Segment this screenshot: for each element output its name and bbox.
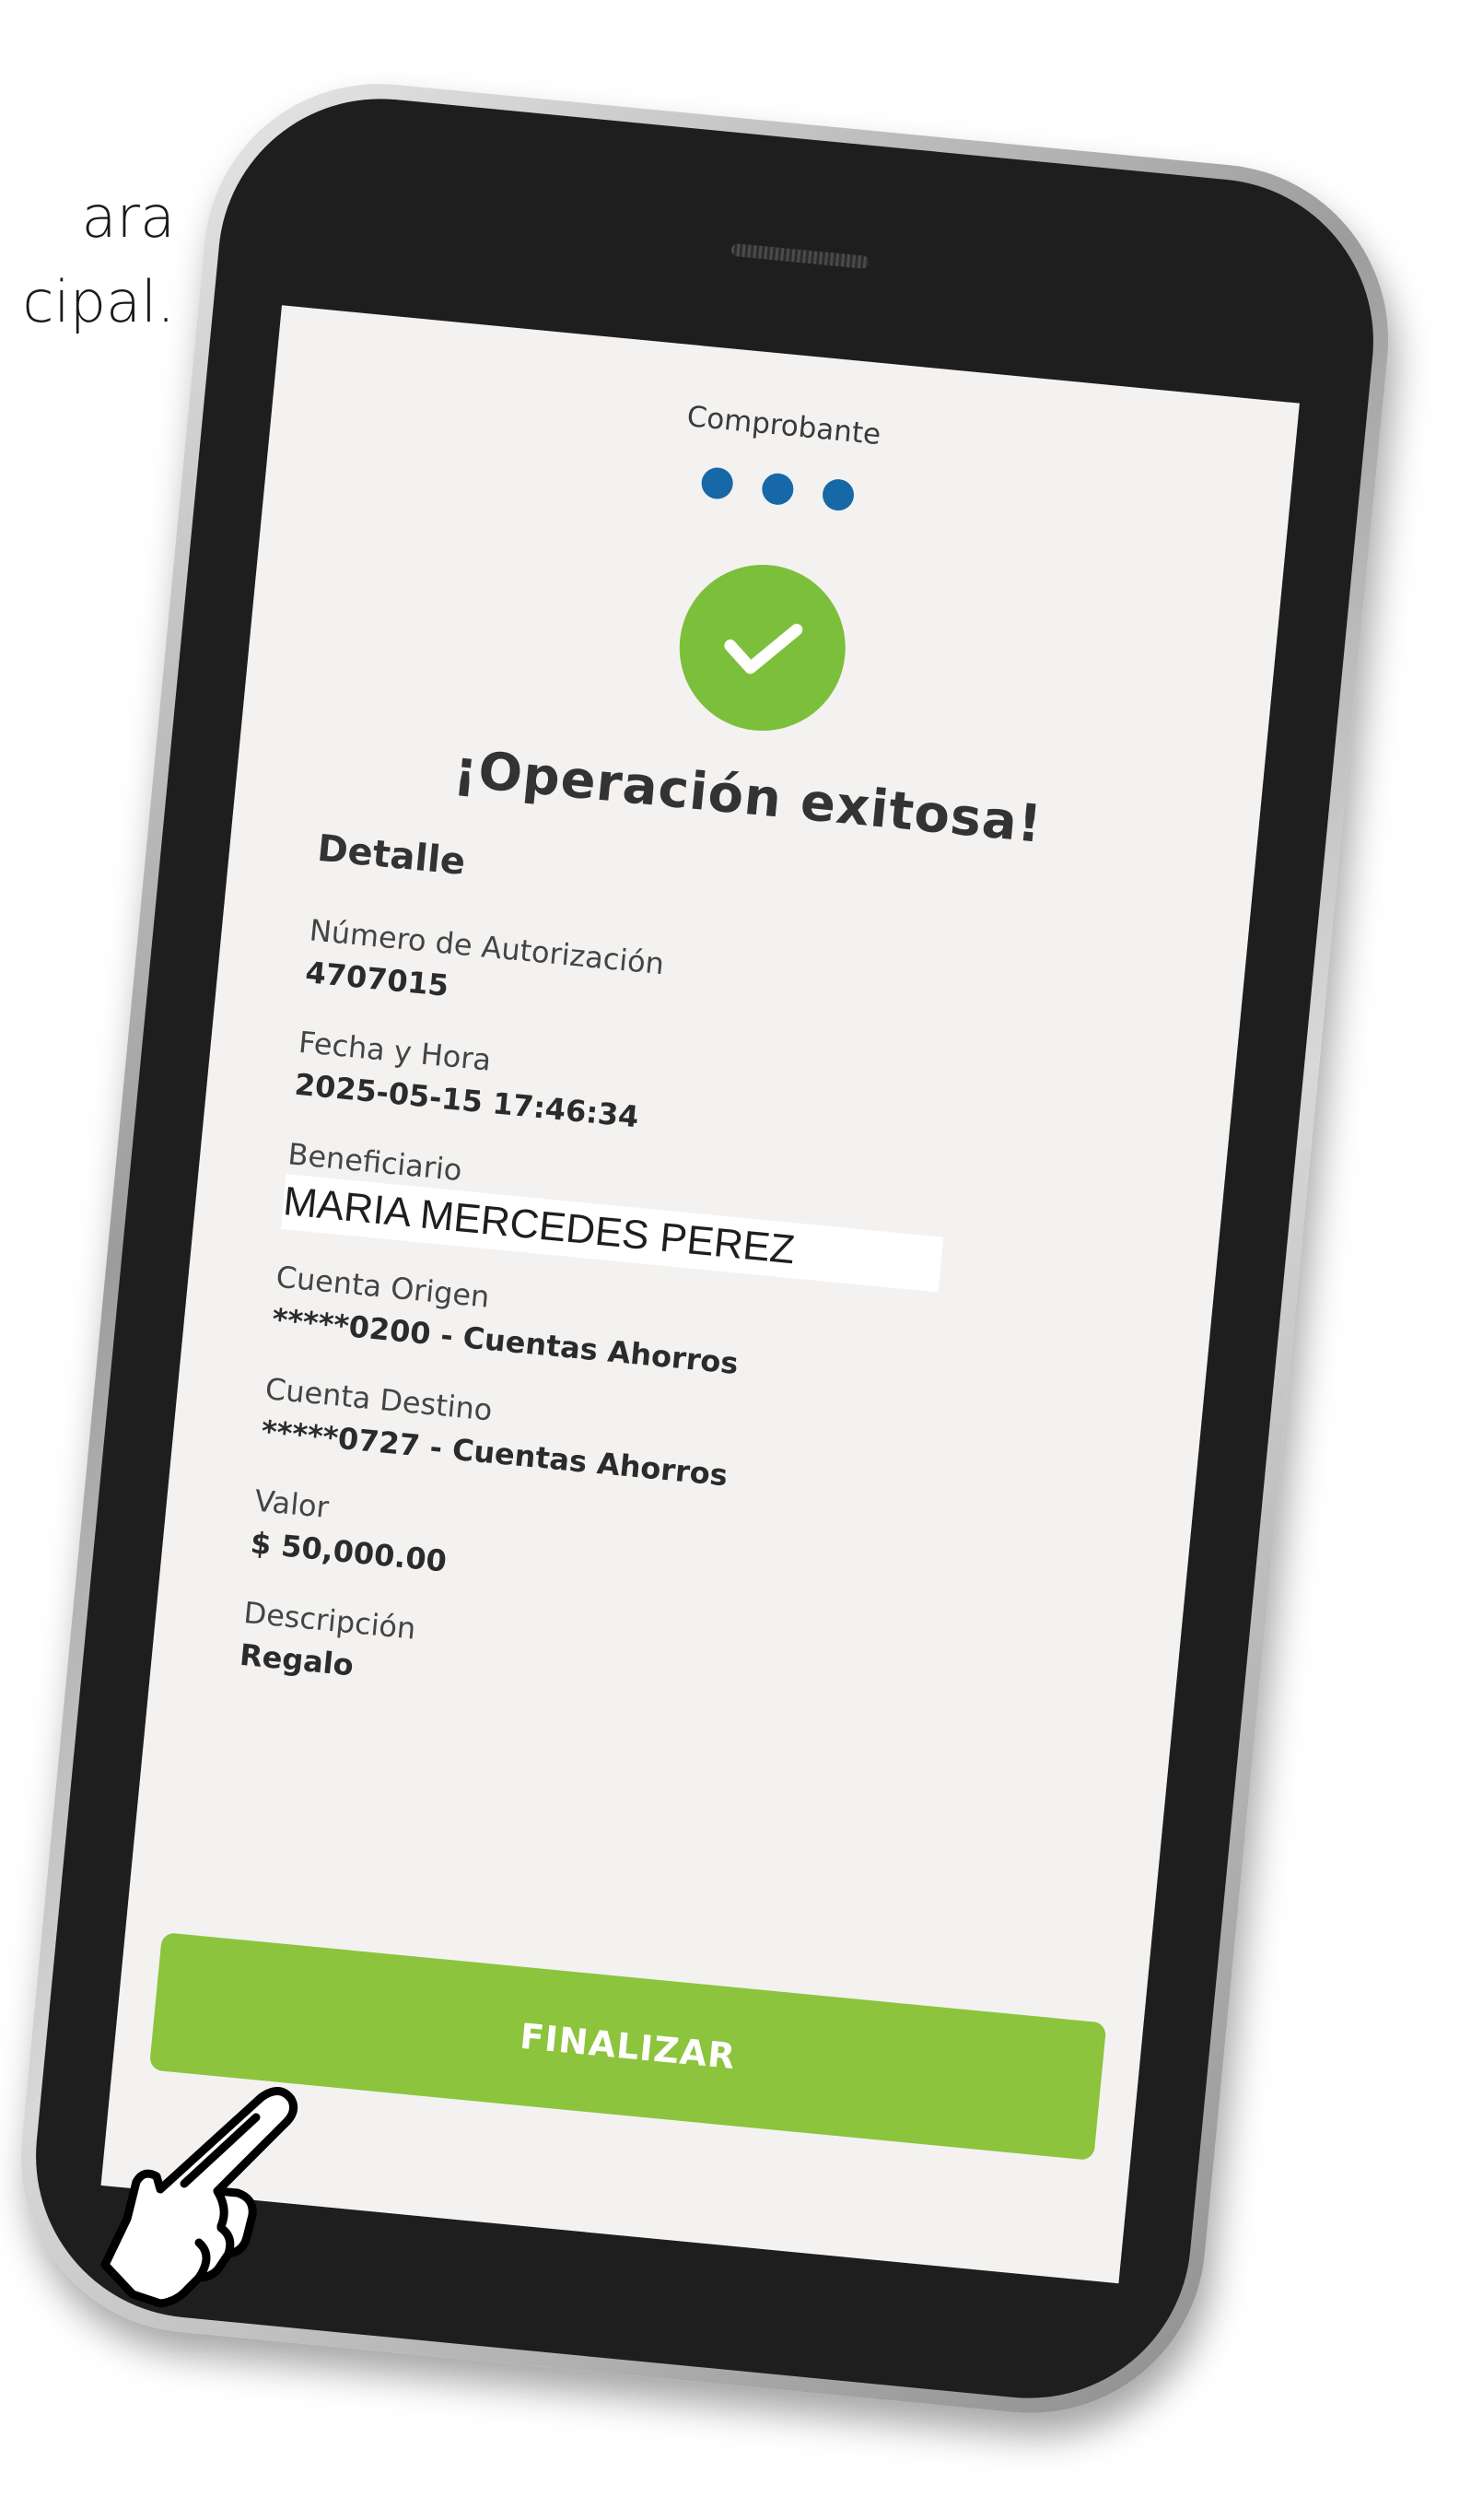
step-dot-2 [760,472,795,507]
instruction-text: ara cipal. [0,175,175,345]
check-circle-icon [671,557,853,739]
receipt-screen: Comprobante ¡Operación exitosa! Detalle … [100,305,1300,2284]
instruction-line-1: ara [81,183,175,251]
tutorial-stage: ara cipal. Comprobante ¡Operación exitos… [0,0,1471,2520]
receipt-details: Número de Autorización 4707015 Fecha y H… [235,909,1155,1785]
step-dot-3 [821,477,856,512]
instruction-line-2: cipal. [22,268,175,335]
pointing-hand-icon [100,2087,298,2308]
check-mark-icon [724,623,803,674]
phone-speaker [730,242,870,270]
step-dot-1 [700,465,735,501]
detail-heading: Detalle [315,826,468,885]
phone-mockup: Comprobante ¡Operación exitosa! Detalle … [5,67,1405,2430]
